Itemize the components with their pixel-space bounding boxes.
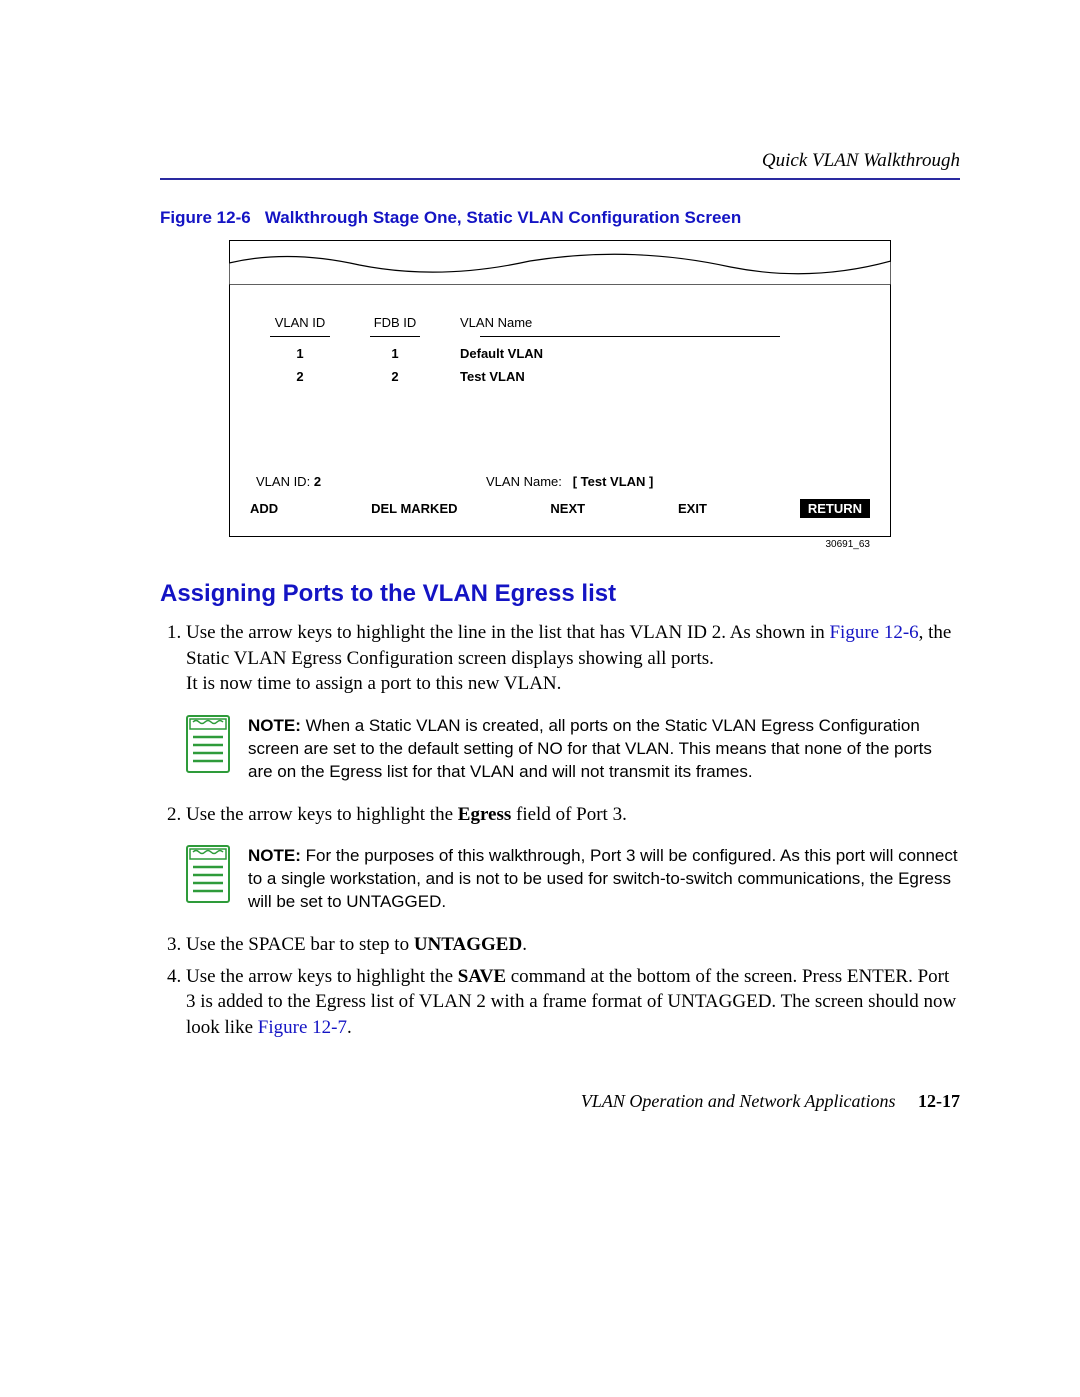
table-row: 2 2 Test VLAN [250,369,870,384]
note-label: NOTE: [248,846,301,865]
footer-book-title: VLAN Operation and Network Applications [581,1091,896,1111]
steps-list: Use the arrow keys to highlight the line… [160,620,960,1041]
col-vlan-name: VLAN Name [460,315,532,330]
cell-vlan-name: Default VLAN [440,346,870,361]
figure-caption-title: Walkthrough Stage One, Static VLAN Confi… [265,208,741,227]
step-2-bold: Egress [458,804,511,825]
note-icon [186,715,230,773]
note-1-text: NOTE: When a Static VLAN is created, all… [248,715,960,784]
note-2-body: For the purposes of this walkthrough, Po… [248,846,958,911]
figure-12-7-link[interactable]: Figure 12-7 [258,1017,347,1038]
step-1-text-c: It is now time to assign a port to this … [186,673,561,694]
note-icon [186,845,230,903]
col-vlan-id: VLAN ID [275,315,326,330]
del-marked-button[interactable]: DEL MARKED [371,501,457,516]
page-footer: VLAN Operation and Network Applications … [160,1091,960,1112]
note-block-1: NOTE: When a Static VLAN is created, all… [186,715,960,784]
cell-vlan-name: Test VLAN [440,369,870,384]
step-1-text-a: Use the arrow keys to highlight the line… [186,622,829,643]
cell-fdb-id: 1 [350,346,440,361]
vlan-id-value: 2 [314,474,321,489]
vlan-name-label: VLAN Name: [486,474,562,489]
next-button[interactable]: NEXT [550,501,585,516]
figure-caption-prefix: Figure 12-6 [160,208,251,227]
step-1: Use the arrow keys to highlight the line… [186,620,960,784]
section-heading: Assigning Ports to the VLAN Egress list [160,580,960,608]
step-2-text-c: field of Port 3. [511,804,627,825]
note-block-2: NOTE: For the purposes of this walkthrou… [186,845,960,914]
step-4-text-a: Use the arrow keys to highlight the [186,966,458,987]
col-fdb-id: FDB ID [374,315,417,330]
step-3-text-c: . [522,934,527,955]
exit-button[interactable]: EXIT [678,501,707,516]
note-label: NOTE: [248,716,301,735]
add-button[interactable]: ADD [250,501,278,516]
figure-caption: Figure 12-6 Walkthrough Stage One, Stati… [160,208,960,228]
step-3: Use the SPACE bar to step to UNTAGGED. [186,932,960,958]
step-4-bold: SAVE [458,966,506,987]
footer-page-number: 12-17 [918,1091,960,1111]
step-3-text-a: Use the SPACE bar to step to [186,934,414,955]
cell-vlan-id: 1 [250,346,350,361]
step-2-text-a: Use the arrow keys to highlight the [186,804,458,825]
figure-input-row: VLAN ID: 2 VLAN Name: [ Test VLAN ] [250,474,870,489]
cell-fdb-id: 2 [350,369,440,384]
table-row: 1 1 Default VLAN [250,346,870,361]
cell-vlan-id: 2 [250,369,350,384]
note-1-body: When a Static VLAN is created, all ports… [248,716,932,781]
figure-id: 30691_63 [250,539,870,550]
vlan-id-label: VLAN ID: [256,474,310,489]
figure-screen: VLAN ID FDB ID VLAN Name 1 1 Default VLA… [229,240,891,537]
step-2: Use the arrow keys to highlight the Egre… [186,802,960,914]
return-button[interactable]: RETURN [800,499,870,518]
vlan-name-value: [ Test VLAN ] [573,474,654,489]
figure-12-6-link[interactable]: Figure 12-6 [829,622,918,643]
step-3-bold: UNTAGGED [414,934,522,955]
torn-edge [229,251,891,285]
figure-button-row: ADD DEL MARKED NEXT EXIT RETURN [250,499,870,518]
page-header: Quick VLAN Walkthrough [160,150,960,180]
note-2-text: NOTE: For the purposes of this walkthrou… [248,845,960,914]
step-4-text-c: . [347,1017,352,1038]
figure-table-header: VLAN ID FDB ID VLAN Name [250,315,870,338]
step-4: Use the arrow keys to highlight the SAVE… [186,964,960,1041]
